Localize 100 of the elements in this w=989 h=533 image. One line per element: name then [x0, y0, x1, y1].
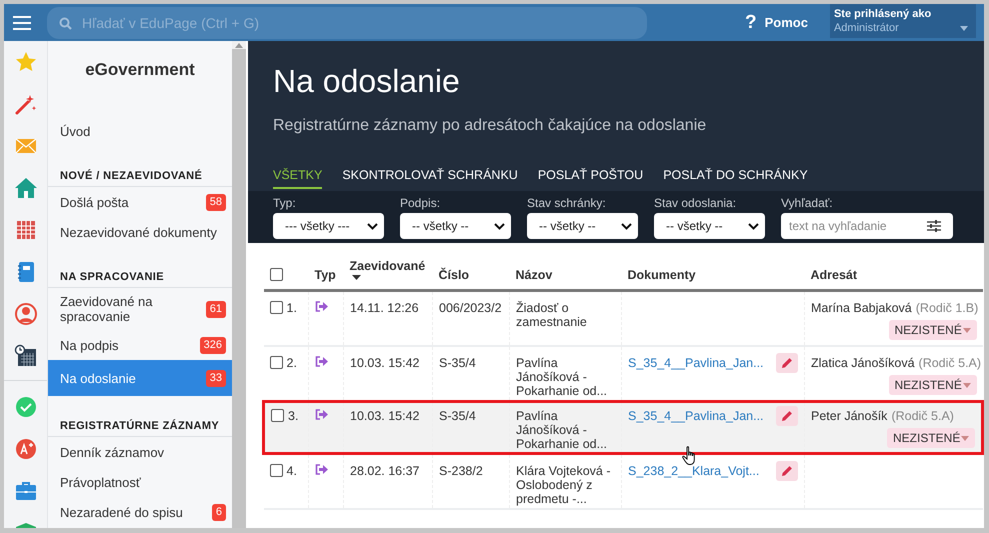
sidebar-item[interactable]: Denník záznamov [48, 437, 232, 467]
sidebar-item[interactable]: Zaevidované na spracovanie 61 [48, 288, 232, 330]
outgoing-arrow-icon [315, 409, 328, 420]
scroll-up-icon[interactable] [235, 43, 243, 48]
date-text: 28.02. 16:37 [350, 464, 420, 478]
column-header[interactable]: Zaevidované [350, 259, 426, 282]
edit-button[interactable] [776, 353, 798, 373]
pencil-icon[interactable] [781, 357, 793, 369]
recipient-name: Peter Jánošík [811, 409, 888, 423]
document-link[interactable]: S_35_4__Pavlina_Jan... [628, 356, 764, 370]
check-circle-icon[interactable] [14, 395, 38, 419]
person-icon[interactable] [14, 302, 38, 326]
filter-settings-icon[interactable] [927, 220, 941, 232]
row-number: 4. [286, 464, 297, 478]
edit-button[interactable] [776, 461, 798, 481]
recipient-name: Zlatica Jánošíková [811, 356, 915, 370]
reference-number: S-35/4 [439, 356, 476, 370]
search-field[interactable]: Hľadať v EduPage (Ctrl + G) [47, 6, 647, 38]
sidebar-item[interactable]: Na odoslanie 33 [48, 360, 232, 396]
status-dropdown[interactable]: NEZISTENÉ [887, 428, 975, 448]
hand-cursor-icon [682, 446, 698, 466]
recipient-role: (Rodič 5.A) [891, 409, 954, 423]
help-button[interactable]: ? Pomoc [741, 8, 812, 38]
table-row[interactable]: 4. 28.02. 16:37 S-238/2 Klára Vojteková - Oslobodený z predmetu -... S_238_2__Klara_Vojt... [264, 454, 982, 509]
record-title: Žiadosť o zamestnanie [516, 301, 588, 329]
dropdown[interactable]: --- všetky --- [273, 213, 384, 239]
count-badge: 61 [206, 300, 226, 318]
grade-circle-icon[interactable] [14, 437, 38, 461]
tab[interactable]: POSLAŤ POŠTOU [538, 168, 644, 189]
filter-label: Vyhľadať: [781, 196, 834, 210]
tab[interactable]: POSLAŤ DO SCHRÁNKY [663, 168, 808, 189]
count-badge: 326 [200, 336, 226, 354]
outgoing-arrow-icon [315, 356, 328, 367]
date-text: 10.03. 15:42 [350, 409, 420, 423]
record-title: Klára Vojteková - Oslobodený z predmetu -... [516, 464, 612, 506]
sidebar-item[interactable]: Právoplatnosť [48, 467, 232, 497]
pencil-icon[interactable] [781, 410, 793, 422]
pencil-icon[interactable] [781, 465, 793, 477]
tab[interactable]: SKONTROLOVAŤ SCHRÁNKU [342, 168, 518, 189]
select-all-checkbox[interactable] [270, 268, 282, 281]
caret-icon[interactable] [960, 26, 968, 31]
date-text: 10.03. 15:42 [350, 356, 420, 370]
star-icon[interactable] [14, 50, 38, 74]
tab[interactable]: VŠETKY [273, 168, 322, 189]
scrollbar[interactable] [232, 41, 246, 528]
edit-button[interactable] [776, 406, 798, 426]
filter-label: Stav odoslania: [654, 196, 738, 210]
table-row[interactable]: 1. 14.11. 12:26 006/2023/2 Žiadosť o zamestnanie Marína Babjaková (Rodič 1.B) NEZISTENÉ [264, 290, 982, 346]
filter-label: Typ: [273, 196, 297, 210]
outgoing-arrow-icon [315, 464, 328, 475]
status-dropdown[interactable]: NEZISTENÉ [888, 320, 976, 340]
recipient-role: (Rodič 1.B) [916, 301, 978, 315]
row-checkbox[interactable] [270, 356, 282, 369]
count-badge: 58 [206, 194, 226, 210]
status-dropdown[interactable]: NEZISTENÉ [888, 375, 976, 395]
chevron-icon[interactable] [494, 222, 505, 230]
page-title: Na odoslanie [273, 62, 461, 101]
dropdown[interactable]: -- všetky -- [527, 213, 638, 239]
count-badge: 6 [212, 504, 226, 520]
search-field[interactable]: text na vyhľadanie [781, 213, 953, 239]
page-subtitle: Registratúrne záznamy po adresátoch čakajúce na odoslanie [273, 117, 708, 135]
column-header[interactable]: Typ [314, 268, 336, 282]
row-number: 3. [288, 409, 298, 423]
dropdown[interactable]: -- všetky -- [400, 213, 511, 239]
dropdown[interactable]: -- všetky -- [654, 213, 765, 239]
row-checkbox[interactable] [271, 409, 284, 422]
sidebar-item[interactable]: Nezaradené do spisu 6 [48, 497, 232, 527]
row-checkbox[interactable] [270, 464, 282, 477]
column-header[interactable]: Názov [516, 268, 552, 282]
reference-number: 006/2023/2 [439, 301, 502, 315]
recipient-name: Marína Babjaková [811, 301, 912, 315]
column-header[interactable]: Číslo [438, 268, 470, 282]
sidebar-item[interactable]: Došlá pošta 58 [48, 187, 232, 217]
chevron-icon[interactable] [367, 222, 378, 230]
filter-label: Podpis: [400, 196, 442, 210]
search-icon [59, 16, 72, 30]
user-menu[interactable]: Ste prihlásený ako Administrátor [830, 4, 976, 38]
caret-icon[interactable] [961, 436, 969, 440]
count-badge: 33 [206, 370, 226, 386]
sidebar-item[interactable]: Na podpis 326 [48, 330, 232, 360]
house-icon[interactable] [14, 176, 38, 200]
menu-icon[interactable] [13, 16, 31, 30]
caret-icon[interactable] [962, 382, 970, 388]
chevron-icon[interactable] [621, 222, 632, 230]
sidebar-item[interactable]: Úvod [48, 116, 232, 146]
row-number: 1. [286, 301, 297, 315]
table-row[interactable]: 3. 10.03. 15:42 S-35/4 Pavlína Jánošíková - Pokarhanie od... S_35_4__Pavlina_Jan... Peter Jánošík (Rodič 5.A) NEZISTENÉ [264, 402, 982, 454]
document-link[interactable]: S_238_2__Klara_Vojt... [628, 464, 760, 478]
sidebar-item[interactable]: Nezaevidované dokumenty [48, 217, 232, 247]
reference-number: S-35/4 [439, 409, 476, 423]
record-title: Pavlína Jánošíková - Pokarhanie od... [516, 409, 608, 451]
briefcase-icon[interactable] [14, 479, 38, 503]
sort-caret-icon[interactable] [352, 275, 360, 280]
column-header[interactable]: Dokumenty [628, 268, 696, 282]
record-title: Pavlína Jánošíková - Pokarhanie od... [516, 356, 608, 398]
caret-icon[interactable] [962, 328, 970, 332]
column-header[interactable]: Adresát [810, 268, 858, 282]
row-checkbox[interactable] [270, 301, 282, 314]
chevron-icon[interactable] [748, 222, 759, 230]
calendar-clock-icon[interactable] [14, 344, 38, 368]
